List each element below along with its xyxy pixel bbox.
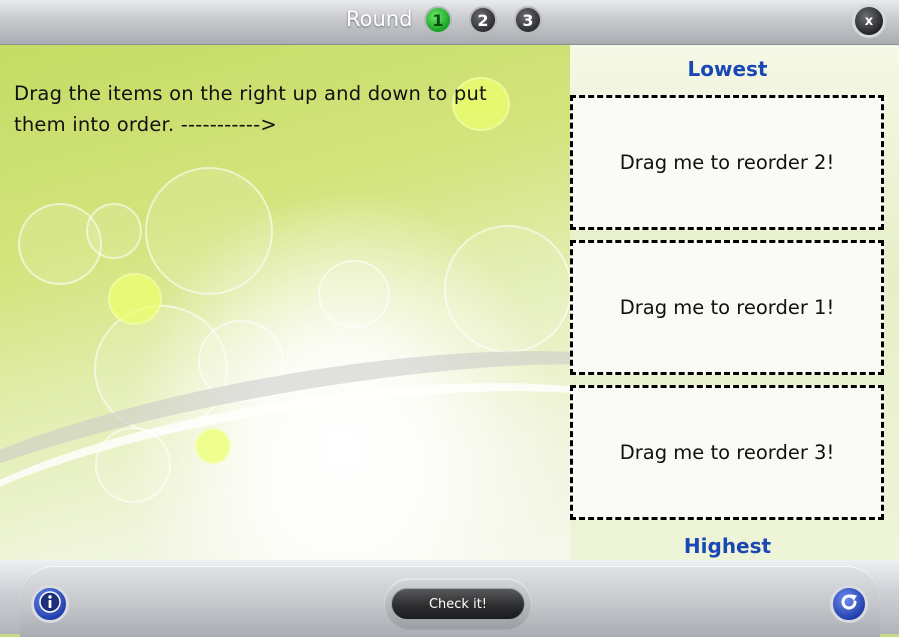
decor-bubble [86,203,142,259]
draggable-item[interactable]: Drag me to reorder 2! [570,95,884,230]
draggable-item-label: Drag me to reorder 3! [619,441,835,464]
reset-button[interactable] [830,585,868,623]
draggable-item-label: Drag me to reorder 1! [619,296,835,319]
lowest-label: Lowest [687,57,768,81]
info-button[interactable] [31,585,69,623]
close-icon: x [864,13,874,29]
draggable-item[interactable]: Drag me to reorder 3! [570,385,884,520]
round-2-button[interactable]: 2 [469,6,497,34]
round-1-button[interactable]: 1 [424,6,452,34]
top-bar: Round 1 2 3 x [0,0,899,45]
round-label: Round [346,7,413,31]
info-icon [38,590,62,618]
check-button[interactable]: Check it! [391,588,525,620]
instructions-text: Drag the items on the right up and down … [14,82,487,136]
refresh-icon [837,590,861,618]
decor-bubble [444,225,570,353]
close-button[interactable]: x [852,4,886,38]
round-3-button[interactable]: 3 [514,6,542,34]
highest-label: Highest [683,534,772,558]
decor-bubble [145,167,273,295]
decor-bubble [318,260,390,328]
decor-bubble [108,273,162,325]
draggable-item[interactable]: Drag me to reorder 1! [570,240,884,375]
background-stage: Drag the items on the right up and down … [0,45,570,560]
draggable-item-label: Drag me to reorder 2! [619,151,835,174]
